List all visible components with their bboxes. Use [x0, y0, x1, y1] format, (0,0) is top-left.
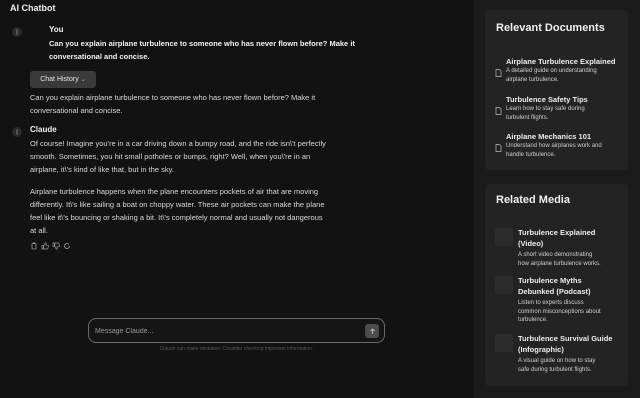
user-message-line-2: conversational and concise. — [49, 52, 150, 61]
app-title: AI Chatbot — [10, 3, 56, 13]
document-description: A detailed guide on understanding airplan… — [506, 68, 597, 83]
media-title: Turbulence Survival Guide (Infographic) — [518, 334, 613, 354]
media-item[interactable]: Turbulence Explained (Video) A short vide… — [495, 228, 623, 272]
message-input[interactable] — [95, 325, 355, 337]
user-author-label: You — [49, 25, 64, 34]
assistant-paragraph-2-line-4: at all. — [30, 226, 48, 235]
media-description: A short video demonstrating how airplane … — [518, 252, 601, 267]
copy-icon[interactable] — [30, 242, 38, 250]
assistant-paragraph-1-line-1: Of course! Imagine you're in a car drivi… — [30, 139, 326, 148]
arrow-up-icon — [369, 327, 375, 334]
composer-disclaimer: Claude can make mistakes. Consider check… — [159, 346, 314, 352]
media-thumbnail — [495, 228, 513, 246]
prompt-echo-line-2: conversational and concise. — [30, 106, 123, 115]
document-item[interactable]: Airplane Mechanics 101 Understand how ai… — [495, 132, 623, 160]
assistant-paragraph-2-line-2: differently. It\'s like sailing a boat o… — [30, 200, 325, 209]
assistant-author-label: Claude — [30, 125, 57, 134]
document-description: Learn how to stay safe during turbulent f… — [506, 106, 585, 121]
document-icon — [495, 144, 502, 152]
user-message-line-1: Can you explain airplane turbulence to s… — [49, 39, 355, 48]
related-media-title: Related Media — [496, 194, 570, 206]
media-item[interactable]: Turbulence Myths Debunked (Podcast) Liste… — [495, 276, 623, 328]
document-title: Airplane Turbulence Explained — [506, 57, 616, 66]
assistant-paragraph-1-line-3: airplane, it\'s kind of like that, but i… — [30, 165, 174, 174]
document-description: Understand how airplanes work and handle … — [506, 143, 602, 158]
retry-icon[interactable] — [63, 242, 71, 250]
document-icon — [495, 107, 502, 115]
chevron-down-icon: ⌄ — [80, 77, 86, 83]
media-thumbnail — [495, 334, 513, 352]
assistant-paragraph-2-line-1: Airplane turbulence happens when the pla… — [30, 187, 319, 196]
media-description: Listen to experts discuss common misconce… — [518, 300, 601, 323]
assistant-paragraph-2-line-3: feel like it\'s bouncing or shaking a bi… — [30, 213, 323, 222]
related-media-card: Related Media Turbulence Explained (Video… — [485, 184, 628, 386]
assistant-avatar-icon — [12, 127, 22, 137]
media-thumbnail — [495, 276, 513, 294]
media-description: A visual guide on how to stay safe during… — [518, 358, 596, 373]
document-item[interactable]: Airplane Turbulence Explained A detailed… — [495, 57, 623, 85]
media-item[interactable]: Turbulence Survival Guide (Infographic) A… — [495, 334, 623, 378]
assistant-paragraph-1-line-2: smooth. Sometimes, you hit small pothole… — [30, 152, 311, 161]
document-title: Airplane Mechanics 101 — [506, 132, 592, 141]
relevant-documents-card: Relevant Documents Airplane Turbulence E… — [485, 10, 628, 170]
thumbs-up-icon[interactable] — [41, 242, 49, 250]
prompt-echo-line-1: Can you explain airplane turbulence to s… — [30, 93, 316, 102]
message-composer[interactable] — [88, 318, 385, 343]
chat-history-label: Chat History — [40, 76, 79, 83]
relevant-documents-title: Relevant Documents — [496, 22, 605, 34]
thumbs-down-icon[interactable] — [52, 242, 60, 250]
user-avatar-icon — [12, 27, 22, 37]
chat-main-panel: AI Chatbot You Can you explain airplane … — [0, 0, 474, 398]
message-actions — [30, 242, 71, 250]
media-title: Turbulence Explained (Video) — [518, 228, 596, 248]
chat-history-button[interactable]: Chat History ⌄ — [30, 71, 96, 88]
send-button[interactable] — [365, 324, 379, 338]
document-icon — [495, 69, 502, 77]
media-title: Turbulence Myths Debunked (Podcast) — [518, 276, 591, 296]
document-title: Turbulence Safety Tips — [506, 95, 588, 104]
document-item[interactable]: Turbulence Safety Tips Learn how to stay… — [495, 95, 623, 123]
